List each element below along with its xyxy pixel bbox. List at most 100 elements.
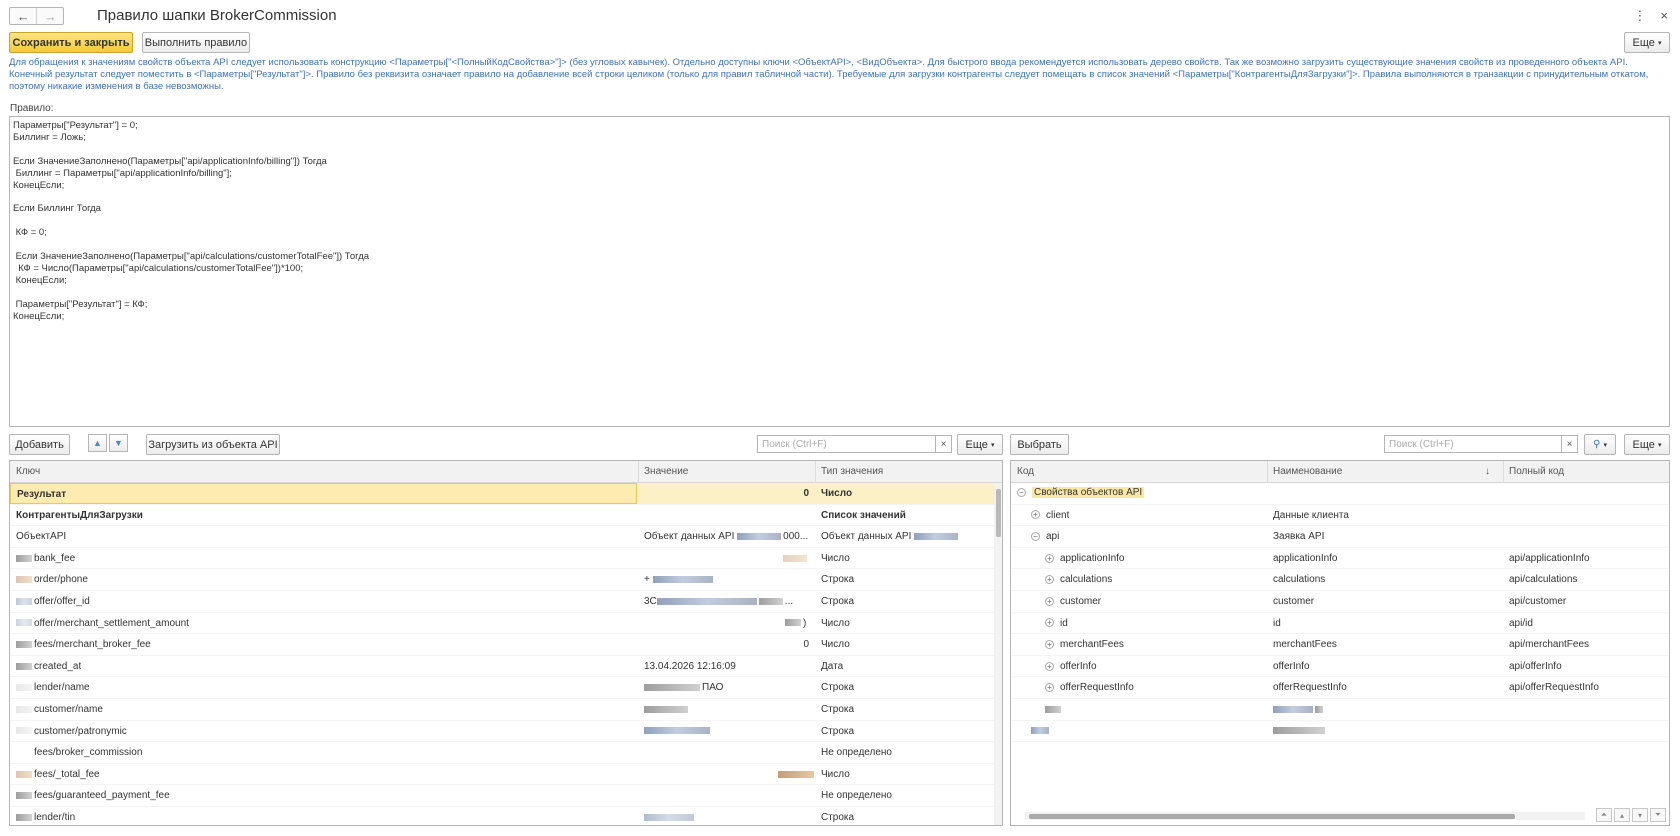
key-text: bank_fee bbox=[34, 552, 76, 564]
table-row[interactable]: lender/tin Строка bbox=[10, 807, 994, 825]
row-key: Результат bbox=[10, 483, 637, 504]
forward-icon[interactable]: → bbox=[36, 8, 63, 24]
table-row[interactable]: offer/merchant_settlement_amount ) Число bbox=[10, 613, 994, 635]
params-table-header: Ключ Значение Тип значения bbox=[10, 461, 1002, 483]
code-text: offerInfo bbox=[1060, 660, 1097, 672]
rule-code[interactable]: Параметры["Результат"] = 0; Биллинг = Ло… bbox=[13, 120, 1666, 322]
row-key: КонтрагентыДляЗагрузки bbox=[16, 509, 143, 521]
tree-row[interactable] bbox=[1011, 721, 1669, 743]
table-row[interactable]: fees/_total_fee Число bbox=[10, 764, 994, 786]
column-type[interactable]: Тип значения bbox=[821, 466, 883, 477]
column-code[interactable]: Код bbox=[1017, 466, 1034, 477]
table-row[interactable]: created_at 13.04.2026 12:16:09 Дата bbox=[10, 656, 994, 678]
redacted-block bbox=[16, 619, 32, 627]
last-page-icon[interactable]: ⏷ bbox=[1650, 808, 1666, 822]
table-row[interactable]: fees/merchant_broker_fee 0 Число bbox=[10, 634, 994, 656]
redacted-block bbox=[737, 533, 782, 541]
run-rule-button[interactable]: Выполнить правило bbox=[142, 32, 250, 53]
redacted-block bbox=[652, 576, 713, 584]
expand-icon[interactable]: + bbox=[1045, 618, 1054, 628]
tree-row[interactable]: + offerRequestInfo offerRequestInfo api/o… bbox=[1011, 677, 1669, 699]
tree-row[interactable]: − Свойства объектов API bbox=[1011, 483, 1669, 505]
move-up-button[interactable]: ▲ bbox=[88, 434, 107, 452]
table-row[interactable]: offer/offer_id 3C... Строка bbox=[10, 591, 994, 613]
row-type: Строка bbox=[821, 596, 855, 607]
more-label: Еще bbox=[1632, 36, 1655, 49]
tree-row[interactable]: + merchantFees merchantFees api/merchantF… bbox=[1011, 634, 1669, 656]
save-close-button[interactable]: Сохранить и закрыть bbox=[9, 32, 133, 53]
properties-tree-header: Код Наименование ↓ Полный код bbox=[1011, 461, 1669, 483]
clear-icon[interactable]: × bbox=[936, 435, 952, 453]
next-page-icon[interactable]: ▾ bbox=[1632, 808, 1648, 822]
table-row[interactable]: customer/patronymic Строка bbox=[10, 721, 994, 743]
tree-row[interactable] bbox=[1011, 699, 1669, 721]
expand-icon[interactable]: + bbox=[1031, 510, 1040, 520]
table-row[interactable]: Результат 0 Число bbox=[10, 483, 994, 505]
tree-full-code: api/applicationInfo bbox=[1509, 552, 1590, 564]
menu-icon[interactable]: ⋮ bbox=[1633, 8, 1646, 24]
row-type: Строка bbox=[821, 725, 855, 737]
back-icon[interactable]: ← bbox=[10, 8, 36, 24]
right-more-label: Еще bbox=[1632, 438, 1655, 451]
dropdown-icon: ▾ bbox=[1603, 441, 1607, 449]
column-value[interactable]: Значение bbox=[644, 466, 688, 477]
expand-icon[interactable]: + bbox=[1045, 683, 1054, 693]
table-row[interactable]: lender/name ПАО Строка bbox=[10, 677, 994, 699]
add-button[interactable]: Добавить bbox=[9, 434, 70, 455]
load-from-api-button[interactable]: Загрузить из объекта API bbox=[146, 434, 280, 455]
redacted-block bbox=[16, 792, 32, 800]
tree-row[interactable]: − api Заявка API bbox=[1011, 526, 1669, 548]
right-more-button[interactable]: Еще ▾ bbox=[1624, 434, 1670, 455]
key-text: customer/name bbox=[34, 704, 103, 715]
expand-icon[interactable]: + bbox=[1045, 596, 1054, 606]
table-row[interactable]: customer/name Строка bbox=[10, 699, 994, 721]
table-row[interactable]: fees/broker_commission Не определено bbox=[10, 742, 994, 764]
table-row[interactable]: КонтрагентыДляЗагрузки Список значений bbox=[10, 505, 994, 527]
row-type: Объект данных API bbox=[821, 531, 960, 542]
redacted-block bbox=[16, 641, 32, 649]
column-key[interactable]: Ключ bbox=[16, 466, 40, 477]
rule-editor[interactable]: Параметры["Результат"] = 0; Биллинг = Ло… bbox=[9, 116, 1670, 427]
more-button[interactable]: Еще ▾ bbox=[1624, 32, 1670, 53]
redacted-block bbox=[656, 597, 757, 605]
expand-icon[interactable]: + bbox=[1045, 640, 1054, 650]
expand-icon[interactable]: + bbox=[1045, 553, 1054, 563]
search-button[interactable]: ⚲ ▾ bbox=[1584, 434, 1616, 455]
redacted-block bbox=[16, 597, 32, 605]
collapse-icon[interactable]: − bbox=[1017, 487, 1026, 497]
scroll-thumb[interactable] bbox=[996, 489, 1001, 537]
right-search-input[interactable]: Поиск (Ctrl+F) bbox=[1384, 435, 1562, 453]
row-type: Число bbox=[821, 639, 850, 651]
scroll-thumb[interactable] bbox=[1029, 814, 1515, 819]
tree-row[interactable]: + offerInfo offerInfo api/offerInfo bbox=[1011, 656, 1669, 678]
left-more-button[interactable]: Еще ▾ bbox=[957, 434, 1003, 455]
table-row[interactable]: fees/guaranteed_payment_fee Не определен… bbox=[10, 785, 994, 807]
column-name[interactable]: Наименование bbox=[1273, 466, 1342, 477]
tree-row[interactable]: + client Данные клиента bbox=[1011, 505, 1669, 527]
move-down-button[interactable]: ▼ bbox=[109, 434, 128, 452]
table-row[interactable]: ОбъектAPI Объект данных API 000... Объек… bbox=[10, 526, 994, 548]
sort-icon[interactable]: ↓ bbox=[1485, 466, 1490, 477]
left-search-input[interactable]: Поиск (Ctrl+F) bbox=[757, 435, 936, 453]
row-key: fees/_total_fee bbox=[16, 769, 100, 780]
expand-icon[interactable]: + bbox=[1045, 661, 1054, 671]
key-text: offer/offer_id bbox=[34, 596, 90, 607]
row-value bbox=[644, 726, 712, 737]
right-horizontal-scrollbar[interactable] bbox=[1025, 812, 1585, 820]
close-icon[interactable]: × bbox=[1660, 8, 1668, 24]
tree-row[interactable]: + calculations calculations api/calculati… bbox=[1011, 569, 1669, 591]
table-row[interactable]: order/phone + Строка bbox=[10, 569, 994, 591]
tree-row[interactable]: + customer customer api/customer bbox=[1011, 591, 1669, 613]
tree-row[interactable]: + applicationInfo applicationInfo api/app… bbox=[1011, 548, 1669, 570]
left-vertical-scrollbar[interactable] bbox=[994, 483, 1002, 825]
collapse-icon[interactable]: − bbox=[1031, 532, 1040, 542]
column-full-code[interactable]: Полный код bbox=[1509, 466, 1564, 477]
tree-row[interactable]: + id id api/id bbox=[1011, 613, 1669, 635]
table-row[interactable]: bank_fee Число bbox=[10, 548, 994, 570]
clear-icon[interactable]: × bbox=[1562, 435, 1578, 453]
prev-page-icon[interactable]: ▴ bbox=[1614, 808, 1630, 822]
first-page-icon[interactable]: ⏶ bbox=[1596, 808, 1612, 822]
select-button[interactable]: Выбрать bbox=[1010, 434, 1069, 455]
row-key: offer/merchant_settlement_amount bbox=[16, 618, 189, 629]
expand-icon[interactable]: + bbox=[1045, 575, 1054, 585]
